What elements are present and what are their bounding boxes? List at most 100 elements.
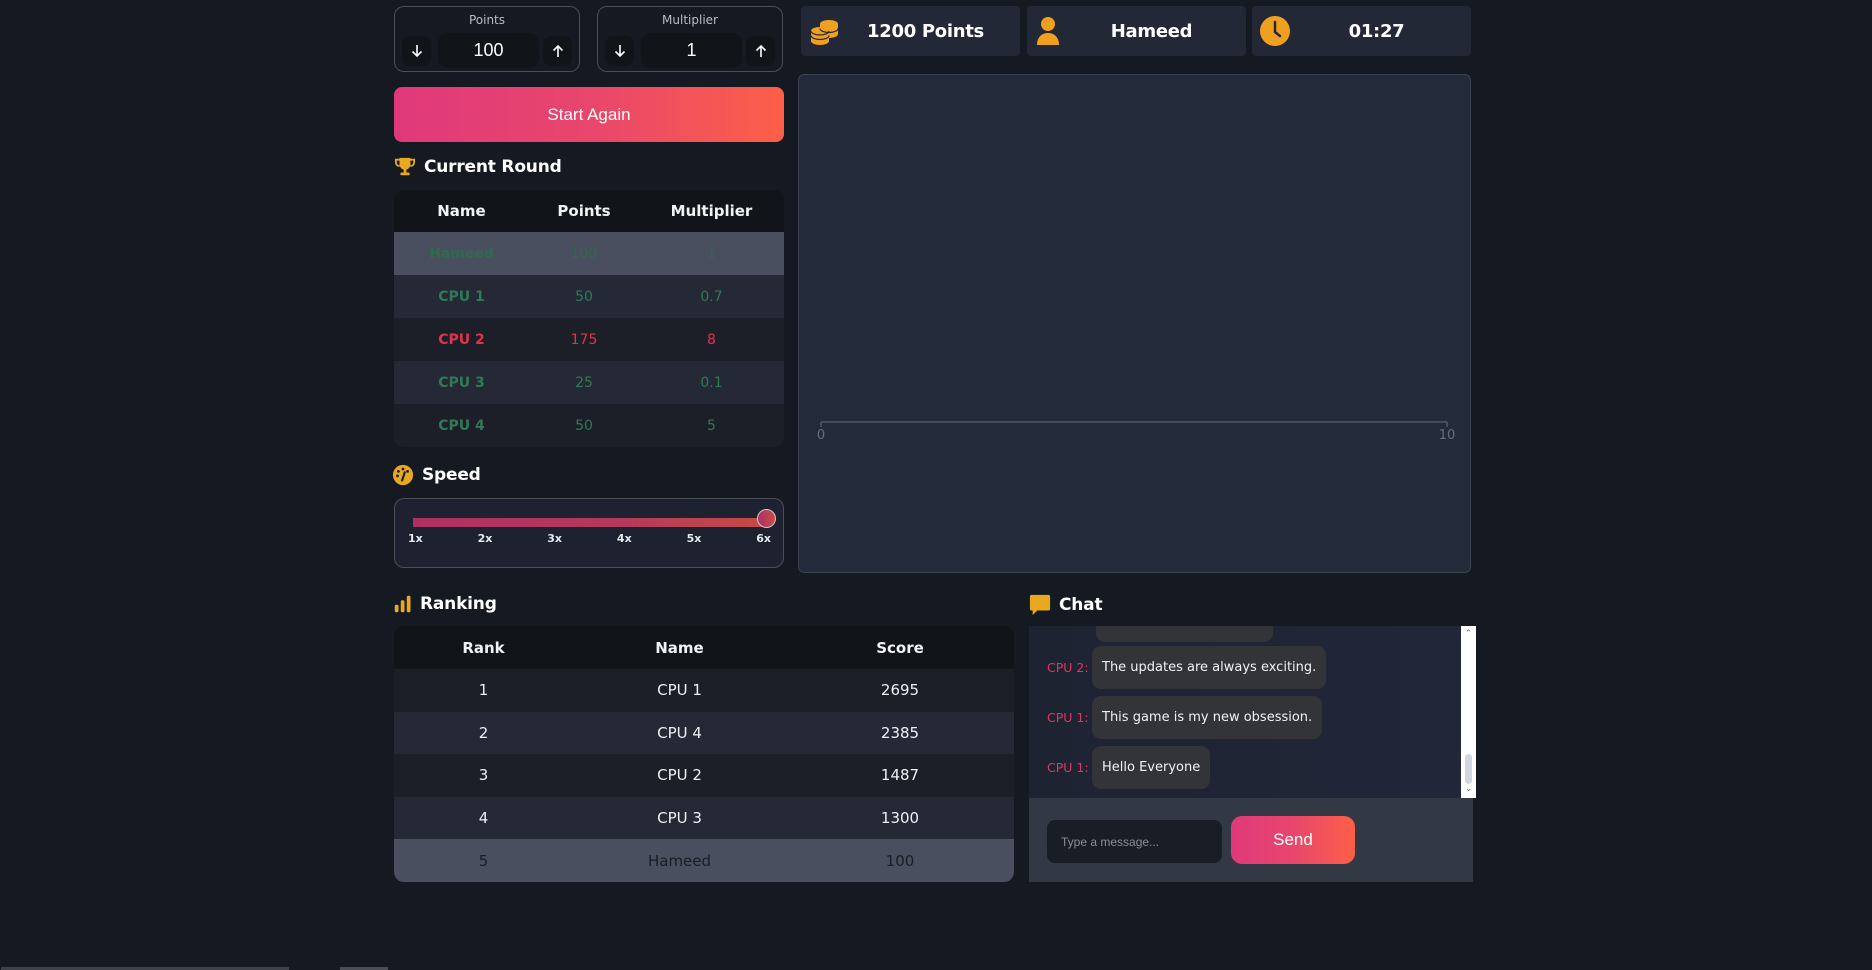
speed-tick-label: 2x — [477, 532, 493, 545]
speed-title: Speed — [422, 465, 481, 485]
chat-title: Chat — [1059, 595, 1103, 615]
speed-heading: Speed — [392, 464, 481, 486]
arrow-down-icon — [411, 45, 422, 58]
multiplier-input[interactable] — [641, 33, 742, 68]
current-round-name: CPU 1 — [438, 288, 485, 305]
current-round-multiplier: 0.7 — [700, 288, 723, 305]
column-header-name: Name — [655, 638, 704, 657]
x-tick-label: 0 — [817, 428, 825, 443]
ranking-name: CPU 4 — [657, 723, 702, 742]
game-app: Points Multiplier Start Again — [0, 0, 1872, 970]
chat-message: CPU 2: The updates are always exciting. — [1047, 646, 1327, 689]
points-decrease-button[interactable] — [402, 36, 431, 66]
chat-message-input[interactable] — [1047, 820, 1222, 863]
current-round-row: Hameed 100 1 — [394, 232, 784, 275]
speed-tick-label: 6x — [756, 532, 771, 545]
trophy-icon — [394, 157, 416, 176]
ranking-score: 2695 — [880, 681, 920, 700]
chat-message-sender: CPU 1: — [1047, 710, 1089, 725]
multiplier-decrease-button[interactable] — [605, 36, 634, 66]
graph-canvas: 0 10 — [817, 421, 1455, 443]
current-round-name: CPU 4 — [438, 417, 485, 434]
current-round-points: 50 — [575, 288, 593, 305]
speedometer-icon — [392, 464, 414, 486]
ranking-title: Ranking — [420, 594, 497, 614]
current-round-points: 25 — [575, 374, 593, 391]
chat-message-sender: CPU 2: — [1047, 660, 1089, 675]
column-header-rank: Rank — [462, 638, 505, 657]
ranking-row: 3 CPU 2 1487 — [394, 754, 1014, 797]
points-increase-button[interactable] — [543, 36, 572, 66]
points-balance-card: 1200 Points — [801, 6, 1020, 56]
ranking-rank: 1 — [478, 681, 489, 700]
multiplier-label: Multiplier — [662, 13, 718, 27]
column-header-multiplier: Multiplier — [670, 202, 753, 220]
speed-tick-label: 5x — [686, 532, 702, 545]
current-round-title: Current Round — [424, 157, 562, 177]
user-icon — [1037, 17, 1059, 45]
ranking-rank: 3 — [478, 766, 489, 785]
ranking-heading: Ranking — [394, 594, 497, 614]
scroll-up-icon[interactable]: ⌃ — [1464, 630, 1473, 639]
speed-tick-label: 1x — [408, 532, 423, 545]
arrow-down-icon — [614, 45, 625, 58]
chat-message-list: CPU 2: The updates are always exciting. CP… — [1029, 626, 1461, 798]
current-round-points: 100 — [570, 245, 598, 262]
coins-icon — [810, 20, 839, 45]
column-header-points: Points — [557, 202, 611, 220]
current-round-multiplier: 8 — [707, 331, 716, 348]
current-round-table: Name Points Multiplier Hameed 100 1 CPU 1 50… — [394, 190, 784, 447]
current-round-header-row: Name Points Multiplier — [394, 190, 784, 232]
current-round-name: CPU 3 — [438, 374, 485, 391]
chat-message-text: The updates are always exciting. — [1092, 646, 1327, 689]
ranking-rank: 2 — [478, 723, 489, 742]
ranking-name: Hameed — [647, 851, 712, 870]
multiplier-stepper: Multiplier — [597, 6, 783, 72]
multiplier-graph: 0 10 — [798, 74, 1471, 573]
current-round-heading: Current Round — [394, 156, 562, 178]
column-header-name: Name — [437, 202, 486, 220]
current-round-multiplier: 1 — [707, 245, 716, 262]
ranking-rank: 5 — [478, 851, 489, 870]
chat-scrollbar-thumb[interactable] — [1465, 754, 1472, 784]
chat-message-bubble-partial — [1096, 626, 1273, 642]
x-axis-ticks: 0 10 — [817, 422, 1455, 443]
chat-heading: Chat — [1029, 594, 1103, 616]
chat-message-text: This game is my new obsession. — [1092, 696, 1323, 739]
speed-tick-labels: 1x 2x 3x 4x 5x 6x — [408, 532, 771, 545]
chat-message: CPU 1: Hello Everyone — [1047, 746, 1211, 789]
clock-icon — [1260, 16, 1290, 46]
ranking-name: CPU 2 — [657, 766, 702, 785]
bar-chart-icon — [394, 595, 411, 613]
chat-panel: CPU 2: The updates are always exciting. CP… — [1029, 626, 1476, 882]
current-round-name: CPU 2 — [438, 331, 485, 348]
points-label: Points — [468, 13, 506, 27]
speed-slider-thumb[interactable] — [757, 509, 776, 528]
send-button[interactable]: Send — [1231, 816, 1355, 864]
multiplier-increase-button[interactable] — [746, 36, 775, 66]
current-round-row: CPU 2 175 8 — [394, 318, 784, 361]
ranking-rank: 4 — [478, 809, 489, 828]
current-round-points: 175 — [570, 331, 598, 348]
arrow-up-icon — [755, 44, 766, 57]
current-round-row: CPU 3 25 0.1 — [394, 361, 784, 404]
ranking-row: 4 CPU 3 1300 — [394, 796, 1014, 840]
ranking-score: 1300 — [880, 809, 920, 828]
current-round-multiplier: 0.1 — [700, 374, 723, 391]
scroll-down-icon[interactable]: ⌄ — [1464, 785, 1473, 794]
start-again-button[interactable]: Start Again — [394, 87, 784, 142]
ranking-row: 1 CPU 1 2695 — [394, 669, 1014, 712]
points-stepper: Points — [394, 6, 580, 72]
ranking-name: CPU 1 — [657, 681, 702, 700]
speed-slider-track[interactable] — [413, 518, 767, 527]
chat-bubble-icon — [1029, 594, 1051, 616]
ranking-score: 2385 — [880, 723, 920, 742]
chat-scrollbar[interactable]: ⌃ ⌄ — [1461, 626, 1476, 798]
chat-message: CPU 1: This game is my new obsession. — [1047, 696, 1323, 739]
speed-slider-panel: 1x 2x 3x 4x 5x 6x — [394, 498, 784, 568]
points-input[interactable] — [438, 33, 539, 68]
current-round-row: CPU 4 50 5 — [394, 404, 784, 447]
current-round-row: CPU 1 50 0.7 — [394, 275, 784, 318]
timer-card: 01:27 — [1252, 6, 1471, 56]
column-header-score: Score — [876, 638, 924, 657]
